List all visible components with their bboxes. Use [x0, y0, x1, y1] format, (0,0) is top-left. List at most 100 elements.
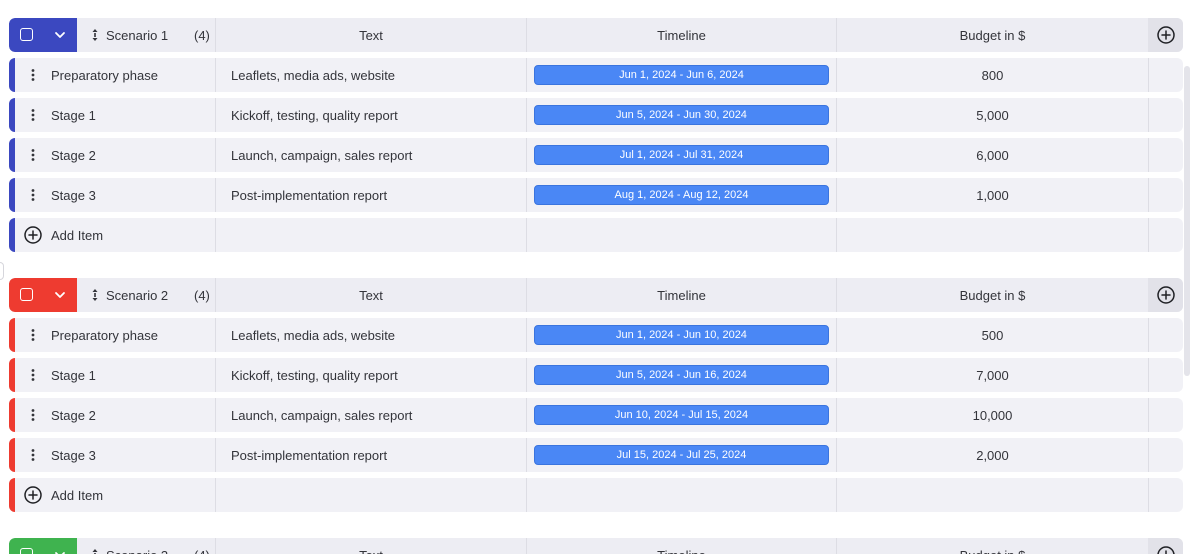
column-divider[interactable] [836, 438, 837, 472]
column-divider[interactable] [526, 58, 527, 92]
column-divider[interactable] [836, 218, 837, 252]
more-vertical-icon[interactable] [31, 368, 35, 382]
column-header-budget[interactable]: Budget in $ [837, 538, 1148, 554]
scenario-toggle[interactable] [9, 18, 77, 52]
column-divider[interactable] [526, 478, 527, 512]
checkbox-icon[interactable] [20, 28, 33, 41]
table-row[interactable]: Stage 1 Kickoff, testing, quality report J… [9, 358, 1183, 392]
column-divider[interactable] [526, 318, 527, 352]
scenario-toggle[interactable] [9, 538, 77, 554]
more-vertical-icon[interactable] [31, 448, 35, 462]
column-header-budget[interactable]: Budget in $ [837, 18, 1148, 52]
add-column-button[interactable] [1148, 18, 1183, 52]
more-vertical-icon[interactable] [31, 328, 35, 342]
column-divider[interactable] [526, 358, 527, 392]
column-divider[interactable] [215, 278, 216, 312]
column-divider[interactable] [836, 318, 837, 352]
column-header-timeline[interactable]: Timeline [527, 278, 836, 312]
chevron-down-icon[interactable] [53, 28, 67, 42]
column-divider[interactable] [836, 538, 837, 554]
chevron-down-icon[interactable] [53, 548, 67, 554]
column-divider[interactable] [215, 18, 216, 52]
item-name[interactable]: Stage 1 [51, 358, 96, 392]
add-column-button[interactable] [1148, 278, 1183, 312]
chevron-down-icon[interactable] [53, 288, 67, 302]
column-divider[interactable] [526, 278, 527, 312]
item-name[interactable]: Preparatory phase [51, 318, 158, 352]
table-row[interactable]: Preparatory phase Leaflets, media ads, we… [9, 58, 1183, 92]
column-header-text[interactable]: Text [216, 538, 526, 554]
scenario-name[interactable]: Scenario 2 [106, 278, 168, 312]
checkbox-icon[interactable] [20, 288, 33, 301]
table-row[interactable]: Stage 2 Launch, campaign, sales report Jun… [9, 398, 1183, 432]
column-divider[interactable] [836, 178, 837, 212]
item-budget[interactable]: 10,000 [837, 398, 1148, 432]
column-divider[interactable] [215, 438, 216, 472]
item-text[interactable]: Launch, campaign, sales report [231, 398, 412, 432]
column-divider[interactable] [836, 478, 837, 512]
column-divider[interactable] [526, 538, 527, 554]
item-name[interactable]: Preparatory phase [51, 58, 158, 92]
plus-circle-icon[interactable] [24, 226, 42, 244]
scenario-name[interactable]: Scenario 3 [106, 538, 168, 554]
column-divider[interactable] [215, 318, 216, 352]
more-vertical-icon[interactable] [31, 148, 35, 162]
table-row[interactable]: Preparatory phase Leaflets, media ads, we… [9, 318, 1183, 352]
item-text[interactable]: Launch, campaign, sales report [231, 138, 412, 172]
column-divider[interactable] [215, 478, 216, 512]
column-divider[interactable] [526, 438, 527, 472]
add-column-button[interactable] [1148, 538, 1183, 554]
add-item-button[interactable]: Add Item [51, 218, 103, 252]
item-text[interactable]: Leaflets, media ads, website [231, 318, 395, 352]
column-divider[interactable] [215, 398, 216, 432]
add-item-row[interactable]: Add Item [9, 218, 1183, 252]
table-row[interactable]: Stage 3 Post-implementation report Jul 15,… [9, 438, 1183, 472]
column-divider[interactable] [526, 178, 527, 212]
table-row[interactable]: Stage 2 Launch, campaign, sales report Jul… [9, 138, 1183, 172]
item-text[interactable]: Post-implementation report [231, 178, 387, 212]
timeline-bar[interactable]: Aug 1, 2024 - Aug 12, 2024 [534, 185, 829, 205]
column-divider[interactable] [836, 18, 837, 52]
vertical-scrollbar[interactable] [1184, 66, 1190, 376]
item-text[interactable]: Leaflets, media ads, website [231, 58, 395, 92]
side-panel-handle[interactable] [0, 262, 4, 280]
add-item-row[interactable]: Add Item [9, 478, 1183, 512]
item-budget[interactable]: 1,000 [837, 178, 1148, 212]
column-divider[interactable] [215, 218, 216, 252]
item-name[interactable]: Stage 2 [51, 398, 96, 432]
column-divider[interactable] [215, 98, 216, 132]
add-item-button[interactable]: Add Item [51, 478, 103, 512]
column-divider[interactable] [836, 138, 837, 172]
column-header-text[interactable]: Text [216, 18, 526, 52]
item-name[interactable]: Stage 1 [51, 98, 96, 132]
table-row[interactable]: Stage 1 Kickoff, testing, quality report J… [9, 98, 1183, 132]
more-vertical-icon[interactable] [31, 68, 35, 82]
column-divider[interactable] [836, 358, 837, 392]
column-divider[interactable] [215, 358, 216, 392]
column-divider[interactable] [215, 138, 216, 172]
item-name[interactable]: Stage 2 [51, 138, 96, 172]
item-budget[interactable]: 6,000 [837, 138, 1148, 172]
item-budget[interactable]: 2,000 [837, 438, 1148, 472]
column-divider[interactable] [526, 398, 527, 432]
plus-circle-icon[interactable] [24, 486, 42, 504]
item-budget[interactable]: 7,000 [837, 358, 1148, 392]
column-divider[interactable] [526, 218, 527, 252]
item-text[interactable]: Kickoff, testing, quality report [231, 98, 398, 132]
drag-handle-icon[interactable] [91, 548, 99, 554]
column-divider[interactable] [215, 538, 216, 554]
drag-handle-icon[interactable] [91, 28, 99, 42]
more-vertical-icon[interactable] [31, 408, 35, 422]
column-header-timeline[interactable]: Timeline [527, 18, 836, 52]
item-name[interactable]: Stage 3 [51, 438, 96, 472]
column-header-timeline[interactable]: Timeline [527, 538, 836, 554]
column-divider[interactable] [215, 178, 216, 212]
timeline-bar[interactable]: Jun 5, 2024 - Jun 16, 2024 [534, 365, 829, 385]
column-divider[interactable] [836, 98, 837, 132]
timeline-bar[interactable]: Jun 5, 2024 - Jun 30, 2024 [534, 105, 829, 125]
timeline-bar[interactable]: Jun 1, 2024 - Jun 10, 2024 [534, 325, 829, 345]
item-text[interactable]: Post-implementation report [231, 438, 387, 472]
item-text[interactable]: Kickoff, testing, quality report [231, 358, 398, 392]
column-divider[interactable] [526, 98, 527, 132]
item-name[interactable]: Stage 3 [51, 178, 96, 212]
